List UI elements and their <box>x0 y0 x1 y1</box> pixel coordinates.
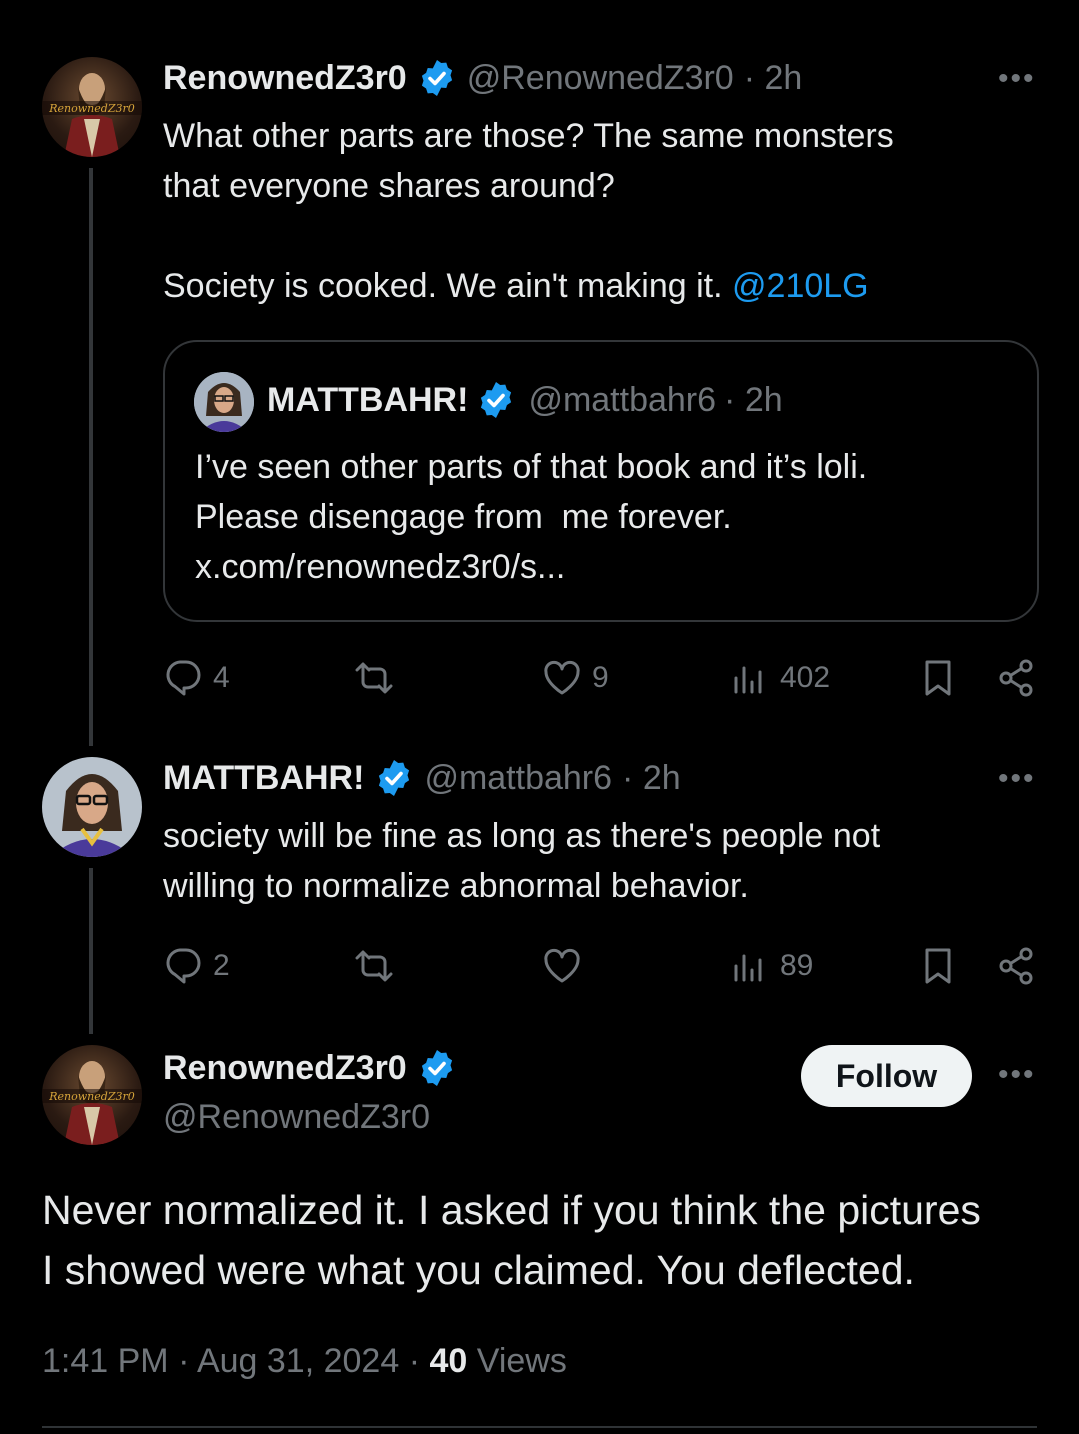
tweet-time[interactable]: · 2h <box>622 759 681 798</box>
like-button[interactable] <box>542 946 582 986</box>
quote-author-name[interactable]: MATTBAHR! <box>267 381 468 420</box>
views-count: 40 <box>429 1342 468 1380</box>
more-icon[interactable]: ••• <box>998 762 1036 796</box>
retweet-icon <box>355 662 393 694</box>
avatar[interactable]: RenownedZ3r0 <box>42 57 142 157</box>
tweet-text-line: What other parts are those? The same mon… <box>163 117 894 155</box>
main-tweet-text-line: I showed were what you claimed. You defl… <box>42 1247 915 1293</box>
bookmark-icon <box>925 660 951 696</box>
views-button[interactable]: 89 <box>730 946 813 986</box>
more-icon[interactable]: ••• <box>998 62 1036 96</box>
views-label: Views <box>476 1342 567 1380</box>
reply-count: 4 <box>213 661 230 694</box>
verified-icon <box>479 380 514 420</box>
like-icon <box>544 948 580 983</box>
reply-icon <box>166 948 201 984</box>
tweet-text-line: society will be fine as long as there's … <box>163 817 881 855</box>
main-tweet-text-line: Never normalized it. I asked if you thin… <box>42 1187 981 1233</box>
divider <box>42 1426 1037 1428</box>
author-name[interactable]: MATTBAHR! <box>163 759 364 798</box>
avatar-text: RenownedZ3r0 <box>48 1090 134 1103</box>
views-button[interactable]: 402 <box>730 658 830 698</box>
views-icon <box>734 666 762 694</box>
avatar[interactable]: RenownedZ3r0 <box>42 1045 142 1145</box>
avatar[interactable] <box>42 757 142 857</box>
author-handle[interactable]: @RenownedZ3r0 <box>163 1098 430 1137</box>
share-button[interactable] <box>996 946 1036 986</box>
quote-author-handle[interactable]: @mattbahr6 <box>528 381 716 420</box>
retweet-icon <box>355 950 393 982</box>
more-icon[interactable]: ••• <box>998 1058 1036 1092</box>
tweet-text-line: willing to normalize abnormal behavior. <box>163 867 749 905</box>
tweet-text-line: Society is cooked. We ain't making it. <box>163 267 723 305</box>
avatar-text: RenownedZ3r0 <box>48 102 134 115</box>
author-name[interactable]: RenownedZ3r0 <box>163 1049 407 1088</box>
like-button[interactable]: 9 <box>542 658 609 698</box>
thread-line <box>89 168 93 746</box>
quote-text-line: Please disengage from me forever. <box>195 498 732 536</box>
views-count: 402 <box>780 661 831 694</box>
bookmark-button[interactable] <box>918 658 958 698</box>
tweet-time[interactable]: · 2h <box>744 59 803 98</box>
verified-icon <box>419 58 454 98</box>
share-button[interactable] <box>996 658 1036 698</box>
tweet-text-line: that everyone shares around? <box>163 167 615 205</box>
like-icon <box>544 660 580 695</box>
reply-count: 2 <box>213 949 230 982</box>
follow-button[interactable]: Follow <box>801 1045 972 1107</box>
avatar-image <box>42 757 142 857</box>
share-icon <box>999 947 1033 985</box>
author-handle[interactable]: @RenownedZ3r0 <box>467 59 734 98</box>
views-icon <box>734 954 762 982</box>
timestamp[interactable]: 1:41 PM · Aug 31, 2024 · <box>42 1342 420 1380</box>
reply-icon <box>166 660 201 696</box>
avatar-image: RenownedZ3r0 <box>42 1061 142 1145</box>
quote-avatar[interactable] <box>194 372 254 432</box>
reply-button[interactable]: 2 <box>163 946 230 986</box>
quote-time[interactable]: · 2h <box>724 381 783 420</box>
bookmark-icon <box>925 948 951 984</box>
thread-line <box>89 868 93 1034</box>
author-handle[interactable]: @mattbahr6 <box>424 759 612 798</box>
quote-avatar-image <box>194 372 254 432</box>
reply-button[interactable]: 4 <box>163 658 230 698</box>
bookmark-button[interactable] <box>918 946 958 986</box>
verified-icon <box>377 758 412 798</box>
quote-text-line: I’ve seen other parts of that book and i… <box>195 448 868 486</box>
verified-icon <box>419 1048 454 1088</box>
quote-text-line: x.com/renownedz3r0/s... <box>195 548 566 586</box>
like-count: 9 <box>592 661 609 694</box>
mention-link[interactable]: @210LG <box>732 267 869 305</box>
views-count: 89 <box>780 949 814 982</box>
retweet-button[interactable] <box>354 946 394 986</box>
retweet-button[interactable] <box>354 658 394 698</box>
avatar-image: RenownedZ3r0 <box>42 73 142 157</box>
share-icon <box>999 659 1033 697</box>
quoted-tweet[interactable]: MATTBAHR! @mattbahr6 · 2h I’ve seen othe… <box>163 340 1039 622</box>
author-name[interactable]: RenownedZ3r0 <box>163 59 407 98</box>
